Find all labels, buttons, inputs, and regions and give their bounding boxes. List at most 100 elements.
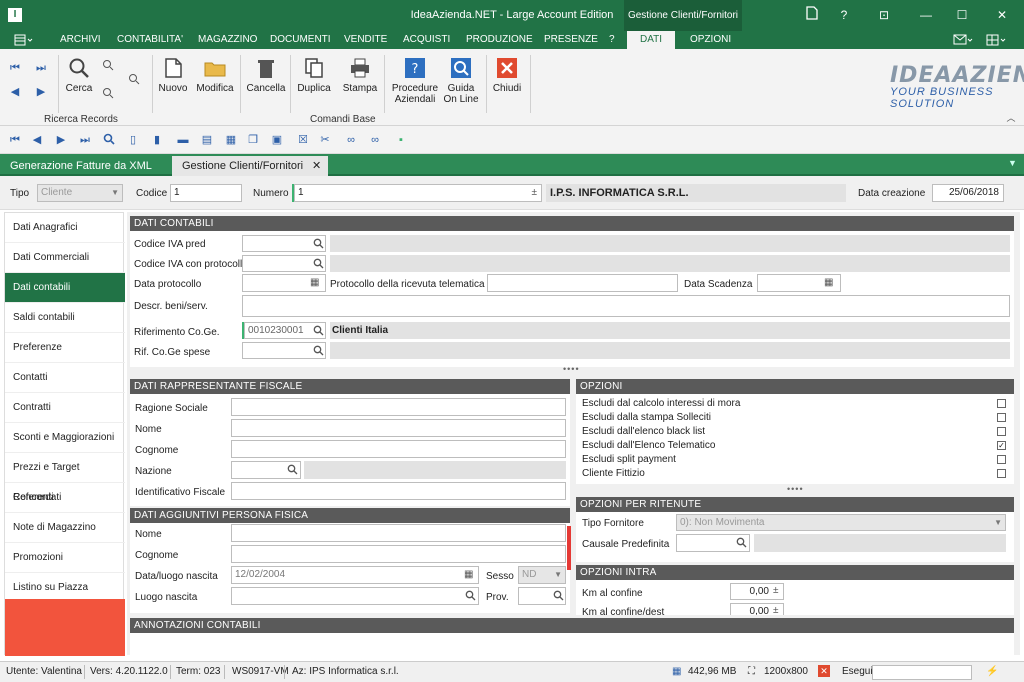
binoculars-next-icon[interactable]: ∞ [368,133,382,147]
search-icon[interactable] [287,464,298,478]
splitter-grip[interactable]: •••• [787,484,804,494]
data-nascita-input[interactable]: 12/02/2004 [231,566,479,584]
sidebar-item-sconti[interactable]: Sconti e Maggiorazioni [5,423,125,453]
chiudi-button[interactable]: Chiudi [490,57,524,94]
sidebar-item-contratti[interactable]: Contratti [5,393,125,423]
tipo-fornitore-select[interactable]: 0): Non Movimenta ▼ [676,514,1006,531]
spinner-icon[interactable]: ± [773,605,779,615]
opt-elenco-telematico-checkbox[interactable]: ✓ [997,441,1006,450]
last-record-icon[interactable]: ⏭ [34,61,48,75]
spinner-icon[interactable]: ± [773,585,779,596]
search-icon[interactable] [313,345,324,359]
menu-acquisti[interactable]: ACQUISTI [403,31,450,49]
sidebar-item-promozioni[interactable]: Promozioni [5,543,125,573]
close-tab-icon[interactable]: ✕ [312,156,321,176]
calendar-icon[interactable]: ▦ [224,133,238,147]
calendar-icon[interactable]: ▦ [464,569,473,580]
search-icon[interactable] [553,590,564,604]
guida-online-button[interactable]: Guida On Line [442,57,480,105]
calendar-icon[interactable]: ▦ [310,277,319,288]
cancella-button[interactable]: Cancella [246,57,286,94]
cerca-button[interactable]: Cerca [62,57,96,94]
menu-dati[interactable]: DATI [627,31,675,49]
protocollo-ricevuta-input[interactable] [487,274,678,292]
prev-icon[interactable]: ◀ [30,133,44,147]
menu-documenti[interactable]: DOCUMENTI [270,31,331,49]
preview-icon[interactable]: ▣ [270,133,284,147]
calendar-icon[interactable]: ▦ [824,277,833,288]
search-plus-icon[interactable] [102,59,114,74]
spinner-icon[interactable]: ± [532,185,538,201]
first-icon[interactable]: ⏮ [8,133,22,147]
file-icon[interactable] [800,6,824,24]
menu-presenze[interactable]: PRESENZE [544,31,598,49]
sidebar-item-dati-commerciali[interactable]: Dati Commerciali [5,243,125,273]
prev-record-icon[interactable]: ◀ [8,85,22,99]
search-icon[interactable] [313,258,324,272]
menu-contabilita[interactable]: CONTABILITA' [117,31,183,49]
scroll-indicator[interactable] [567,526,571,570]
help-button[interactable]: ? [832,6,856,24]
menu-vendite[interactable]: VENDITE [344,31,387,49]
cognome-input[interactable] [231,440,566,458]
layout-icon[interactable] [986,31,1008,49]
opt-solleciti-checkbox[interactable] [997,413,1006,422]
opt-interessi-mora-checkbox[interactable] [997,399,1006,408]
procedure-aziendali-button[interactable]: ? Procedure Aziendali [390,57,440,105]
maximize-button[interactable]: ☐ [950,6,974,24]
search-next-icon[interactable] [128,73,140,88]
sidebar-item-contatti[interactable]: Contatti [5,363,125,393]
sidebar-item-dati-contabili[interactable]: Dati contabili [5,273,125,303]
menu-archivi[interactable]: ARCHIVI [60,31,101,49]
cut-icon[interactable]: ✂ [318,133,332,147]
search-icon[interactable] [313,325,324,339]
search-prev-icon[interactable] [102,87,114,102]
tab-gestione-clienti[interactable]: Gestione Clienti/Fornitori ✕ [172,156,328,176]
opt-black-list-checkbox[interactable] [997,427,1006,436]
menu-opzioni[interactable]: OPZIONI [690,31,731,49]
search-icon[interactable] [736,537,747,551]
quick-menu-icon[interactable] [14,31,38,49]
search-icon[interactable] [102,133,116,147]
sidebar-item-referenti[interactable]: Referenti [5,483,125,513]
sidebar-item-dati-anagrafici[interactable]: Dati Anagrafici [5,213,125,243]
data-creazione-input[interactable]: 25/06/2018 [932,184,1004,202]
sidebar-item-preferenze[interactable]: Preferenze [5,333,125,363]
sidebar-item-note-magazzino[interactable]: Note di Magazzino [5,513,125,543]
app-icon[interactable]: I [8,8,22,22]
menu-help[interactable]: ? [609,31,615,49]
copy-icon[interactable]: ❐ [246,133,260,147]
splitter-grip[interactable]: •••• [563,364,580,374]
last-icon[interactable]: ⏭ [78,133,92,147]
restore-panel-button[interactable]: ⊡ [872,6,896,24]
menu-magazzino[interactable]: MAGAZZINO [198,31,257,49]
delete-icon[interactable]: ▮ [150,133,164,147]
duplica-button[interactable]: Duplica [296,57,332,94]
pf-nome-input[interactable] [231,524,566,542]
sesso-select[interactable]: ND ▼ [518,566,566,584]
esegui-input[interactable] [872,665,972,680]
ragione-sociale-input[interactable] [231,398,566,416]
tab-generazione-fatture[interactable]: Generazione Fatture da XML [0,156,170,176]
numero-input[interactable]: 1 ± [294,184,542,202]
lightning-icon[interactable]: ⚡ [986,666,998,677]
binoculars-icon[interactable]: ∞ [344,133,358,147]
tipo-select[interactable]: Cliente ▼ [37,184,123,202]
luogo-nascita-input[interactable] [231,587,479,605]
green-square-icon[interactable]: ▪ [394,133,408,147]
mail-icon[interactable] [953,31,973,49]
annotazioni-textarea[interactable] [130,633,1014,655]
first-record-icon[interactable]: ⏮ [8,61,22,75]
close-record-icon[interactable]: ☒ [296,133,310,147]
print-icon[interactable]: ▤ [200,133,214,147]
nome-input[interactable] [231,419,566,437]
error-icon[interactable]: ✕ [818,665,830,677]
nuovo-button[interactable]: Nuovo [156,57,190,94]
new-doc-icon[interactable]: ▯ [126,133,140,147]
descr-beni-input[interactable] [242,295,1010,317]
stampa-button[interactable]: Stampa [342,57,378,94]
folder-icon[interactable]: ▬ [176,133,190,147]
menu-produzione[interactable]: PRODUZIONE [466,31,533,49]
resize-icon[interactable]: ⛶ [748,666,755,677]
minimize-button[interactable]: — [914,6,938,24]
